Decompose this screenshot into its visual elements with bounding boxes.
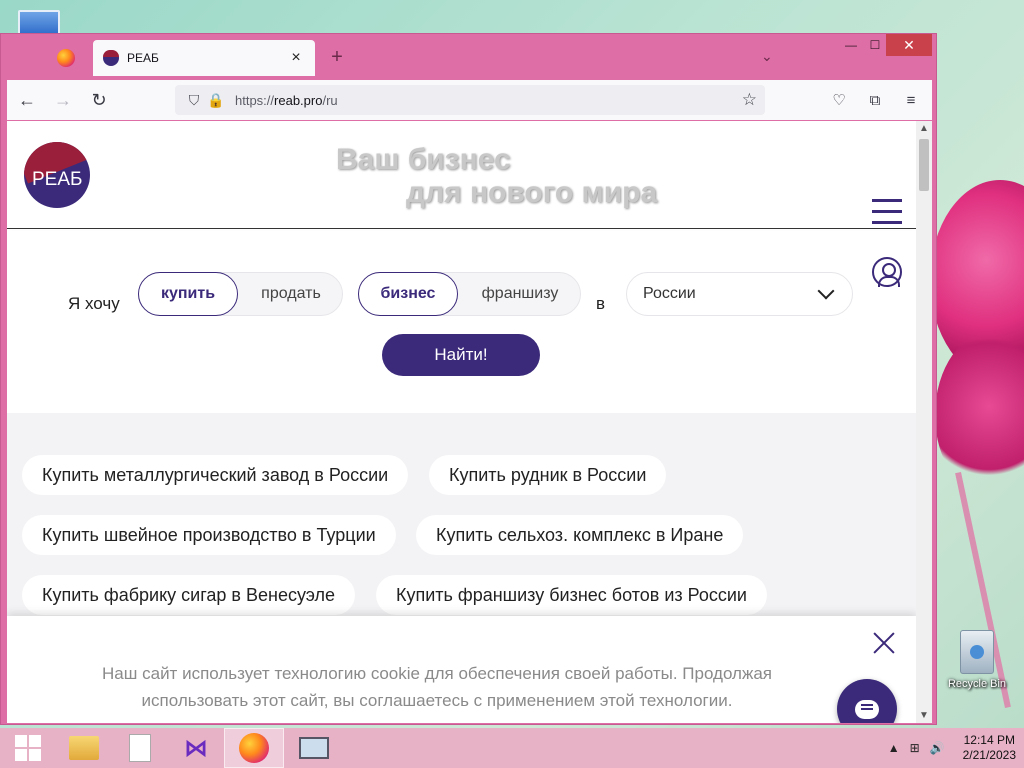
firefox-icon — [239, 733, 269, 763]
system-tray: ▲ ⊞ 🔊 12:14 PM 2/21/2023 — [888, 728, 1016, 768]
chat-bubble-icon — [855, 699, 879, 719]
scroll-down-icon[interactable]: ▼ — [919, 710, 929, 721]
chevron-down-icon — [817, 282, 835, 300]
folder-icon — [69, 736, 99, 760]
type-toggle: бизнес франшизу — [358, 272, 581, 316]
url-host: reab.pro — [274, 92, 323, 108]
app-menu-icon[interactable]: ≡ — [898, 84, 924, 116]
suggestion-chip[interactable]: Купить фабрику сигар в Венесуэле — [22, 575, 356, 615]
option-buy[interactable]: купить — [138, 272, 238, 316]
scrollbar-thumb[interactable] — [919, 139, 929, 191]
reab-favicon-icon — [103, 50, 119, 66]
suggestion-chip[interactable]: Купить франшизу бизнес ботов из России — [376, 575, 767, 615]
suggestion-chip[interactable]: Купить рудник в России — [429, 455, 667, 495]
cookie-banner: Наш сайт использует технологию cookie дл… — [7, 616, 916, 723]
action-toggle: купить продать — [138, 272, 343, 316]
windows-logo-icon — [15, 735, 41, 761]
new-tab-button[interactable]: + — [327, 46, 347, 69]
cookie-text: Наш сайт использует технологию cookie дл… — [57, 660, 817, 714]
toolbar-right: ♡ ⧉ ≡ — [826, 84, 924, 116]
cookie-text-line1: Наш сайт использует технологию cookie дл… — [102, 664, 772, 683]
url-text[interactable]: https://reab.pro/ru — [235, 93, 742, 108]
suggestion-chip[interactable]: Купить швейное производство в Турции — [22, 515, 396, 555]
want-label: Я хочу — [68, 294, 120, 313]
url-path: /ru — [322, 92, 338, 108]
option-franchise[interactable]: франшизу — [459, 272, 581, 316]
browser-window: РЕАБ × + ⌄ — ☐ ✕ ← → ↻ ⛉ 🔒 https://reab.… — [0, 33, 937, 725]
url-prefix: https:// — [235, 92, 275, 108]
country-value: России — [643, 285, 696, 302]
tab-close-icon[interactable]: × — [287, 49, 305, 67]
tab-reab[interactable]: РЕАБ × — [93, 40, 315, 76]
tab-bar: РЕАБ × + ⌄ — ☐ ✕ — [1, 34, 936, 78]
in-label: в — [596, 294, 606, 313]
country-select[interactable]: России — [626, 272, 853, 316]
pocket-icon[interactable]: ♡ — [826, 84, 852, 116]
firefox-icon — [57, 49, 75, 67]
user-account-icon[interactable] — [872, 257, 902, 287]
tagline-line1: Ваш бизнес — [336, 143, 511, 176]
wallpaper-flower-2 — [935, 330, 1024, 500]
site-header: РЕАБ Ваш бизнес для нового мира — [7, 121, 916, 229]
option-business[interactable]: бизнес — [358, 272, 458, 316]
document-icon — [129, 734, 151, 762]
back-button[interactable]: ← — [11, 84, 43, 116]
tagline-line2: для нового мира — [406, 176, 658, 209]
network-icon[interactable]: ⊞ — [910, 741, 920, 755]
clock[interactable]: 12:14 PM 2/21/2023 — [963, 733, 1016, 763]
navigation-toolbar: ← → ↻ ⛉ 🔒 https://reab.pro/ru ☆ ♡ ⧉ ≡ — [7, 80, 932, 120]
option-sell[interactable]: продать — [239, 272, 343, 316]
recycle-bin-label: Recycle Bin — [947, 678, 1007, 690]
visual-studio-icon: ⋈ — [184, 734, 208, 762]
firefox-view-button[interactable] — [51, 46, 81, 70]
reload-button[interactable]: ↻ — [83, 84, 115, 116]
page-scrollbar[interactable]: ▲ ▼ — [916, 121, 932, 723]
forward-button[interactable]: → — [47, 84, 79, 116]
tabs-list-chevron-icon[interactable]: ⌄ — [761, 48, 773, 65]
clock-time: 12:14 PM — [963, 733, 1015, 747]
search-panel: Я хочу купить продать бизнес франшизу в … — [7, 231, 916, 413]
find-button[interactable]: Найти! — [382, 334, 540, 376]
taskbar-notepad[interactable] — [112, 728, 168, 768]
taskbar-file-explorer[interactable] — [56, 728, 112, 768]
monitor-icon — [299, 737, 329, 759]
cookie-text-line2: использовать этот сайт, вы соглашаетесь … — [141, 691, 733, 710]
taskbar-visual-studio[interactable]: ⋈ — [168, 728, 224, 768]
volume-icon[interactable]: 🔊 — [930, 741, 945, 755]
suggestion-chip[interactable]: Купить сельхоз. комплекс в Иране — [416, 515, 744, 555]
reab-logo[interactable]: РЕАБ — [24, 142, 90, 208]
suggestion-chip[interactable]: Купить металлургический завод в России — [22, 455, 409, 495]
hamburger-menu-icon[interactable] — [872, 199, 902, 232]
cookie-close-icon[interactable] — [873, 632, 895, 654]
tracking-shield-icon[interactable]: ⛉ — [183, 92, 205, 109]
scroll-up-icon[interactable]: ▲ — [919, 123, 929, 134]
recycle-bin[interactable]: Recycle Bin — [944, 630, 1010, 690]
recycle-bin-icon — [960, 630, 994, 674]
url-bar[interactable]: ⛉ 🔒 https://reab.pro/ru ☆ — [175, 85, 765, 115]
close-window-button[interactable]: ✕ — [886, 34, 932, 56]
clock-date: 2/21/2023 — [962, 748, 1016, 762]
tab-title: РЕАБ — [127, 51, 159, 65]
taskbar-monitor-app[interactable] — [284, 728, 344, 768]
bookmark-star-icon[interactable]: ☆ — [742, 90, 757, 110]
start-button[interactable] — [0, 728, 56, 768]
extensions-icon[interactable]: ⧉ — [862, 84, 888, 116]
page-viewport: РЕАБ Ваш бизнес для нового мира Я хочу к… — [7, 121, 932, 723]
taskbar-firefox[interactable] — [224, 728, 284, 768]
logo-text: РЕАБ — [32, 169, 83, 190]
lock-icon[interactable]: 🔒 — [205, 92, 227, 109]
tray-expand-icon[interactable]: ▲ — [888, 741, 900, 755]
taskbar: ⋈ ▲ ⊞ 🔊 12:14 PM 2/21/2023 — [0, 728, 1024, 768]
